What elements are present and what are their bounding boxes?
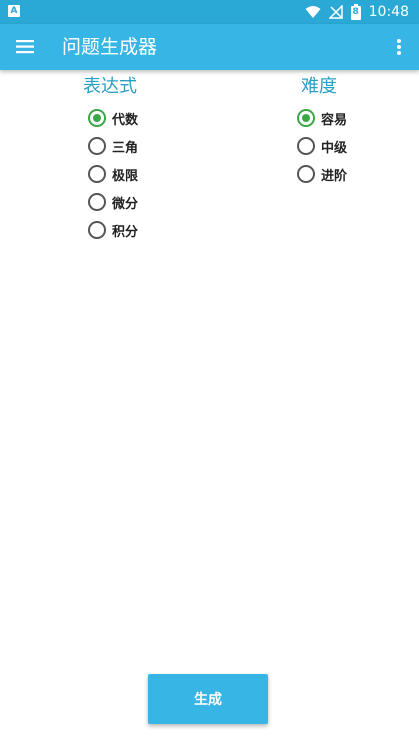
wifi-icon xyxy=(305,5,321,19)
status-bar: A 8 10:48 xyxy=(0,0,419,24)
radio-label: 三角 xyxy=(112,140,139,156)
status-time: 10:48 xyxy=(368,4,409,20)
radio-expression-derivative[interactable]: 微分 xyxy=(88,188,138,216)
app-bar: 问题生成器 xyxy=(0,24,419,70)
radio-difficulty-intermediate[interactable]: 中级 xyxy=(297,132,347,160)
radio-label: 容易 xyxy=(321,112,348,128)
generate-button[interactable]: 生成 xyxy=(148,674,268,724)
more-options-button[interactable] xyxy=(387,35,411,59)
radio-label: 微分 xyxy=(112,196,139,212)
radio-button[interactable] xyxy=(88,165,106,183)
radio-button[interactable] xyxy=(88,193,106,211)
radio-label: 中级 xyxy=(321,140,348,156)
battery-icon: 8 xyxy=(350,4,361,20)
status-icons: 8 10:48 xyxy=(305,0,409,24)
expression-radio-group: 代数 三角 极限 微分 积分 xyxy=(88,104,138,244)
radio-button[interactable] xyxy=(297,109,315,127)
radio-button[interactable] xyxy=(88,221,106,239)
radio-button[interactable] xyxy=(297,137,315,155)
radio-label: 极限 xyxy=(112,168,139,184)
radio-expression-trigonometry[interactable]: 三角 xyxy=(88,132,138,160)
battery-level: 8 xyxy=(352,7,359,17)
radio-difficulty-easy[interactable]: 容易 xyxy=(297,104,347,132)
radio-label: 进阶 xyxy=(321,168,348,184)
radio-expression-algebra[interactable]: 代数 xyxy=(88,104,138,132)
radio-label: 代数 xyxy=(112,112,139,128)
radio-button[interactable] xyxy=(297,165,315,183)
app-title: 问题生成器 xyxy=(62,36,158,58)
menu-icon xyxy=(16,40,34,54)
expression-title: 表达式 xyxy=(83,76,137,97)
radio-expression-integral[interactable]: 积分 xyxy=(88,216,138,244)
notification-icon: A xyxy=(8,5,20,17)
radio-button[interactable] xyxy=(88,137,106,155)
notification-area: A xyxy=(8,5,20,17)
difficulty-radio-group: 容易 中级 进阶 xyxy=(297,104,347,188)
radio-expression-limit[interactable]: 极限 xyxy=(88,160,138,188)
more-vert-icon xyxy=(397,39,401,55)
menu-button[interactable] xyxy=(14,35,38,59)
radio-label: 积分 xyxy=(112,224,139,240)
difficulty-title: 难度 xyxy=(301,76,337,97)
no-signal-icon xyxy=(328,5,343,19)
radio-difficulty-advanced[interactable]: 进阶 xyxy=(297,160,347,188)
radio-button[interactable] xyxy=(88,109,106,127)
